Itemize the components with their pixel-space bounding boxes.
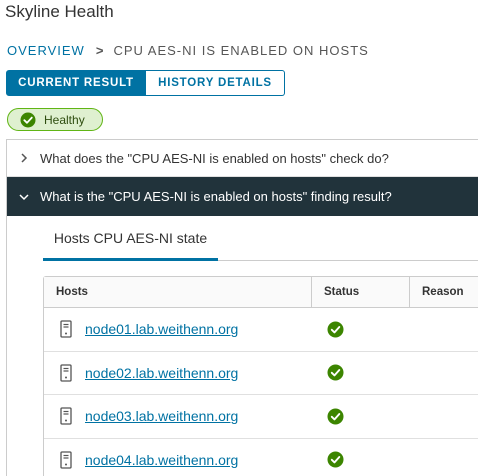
host-cell: node04.lab.weithenn.org (44, 439, 311, 476)
host-cell: node01.lab.weithenn.org (44, 308, 311, 351)
host-link[interactable]: node02.lab.weithenn.org (85, 365, 238, 381)
ok-icon (327, 451, 344, 468)
app-title: Skyline Health (5, 2, 114, 21)
status-cell (311, 352, 409, 395)
reason-cell (409, 439, 478, 476)
finding-result-panel: Hosts CPU AES-NI state Hosts Status Reas… (7, 217, 478, 476)
reason-cell (409, 308, 478, 351)
column-header-status[interactable]: Status (311, 277, 409, 307)
host-cell: node03.lab.weithenn.org (44, 395, 311, 438)
reason-cell (409, 395, 478, 438)
host-link[interactable]: node04.lab.weithenn.org (85, 452, 238, 468)
ok-icon (327, 364, 344, 381)
status-badge: Healthy (7, 108, 103, 131)
host-link[interactable]: node01.lab.weithenn.org (85, 321, 238, 337)
tab-hosts-aes-ni-state[interactable]: Hosts CPU AES-NI state (43, 217, 218, 261)
datagrid-header: Hosts Status Reason (44, 277, 478, 308)
server-icon (60, 320, 72, 338)
result-tabs: CURRENT RESULT HISTORY DETAILS (6, 70, 285, 96)
panel-tab-bar: Hosts CPU AES-NI state (43, 217, 478, 261)
table-row: node02.lab.weithenn.org (44, 352, 478, 395)
table-row: node04.lab.weithenn.org (44, 439, 478, 476)
server-icon (60, 407, 72, 425)
accordion-item-label: What is the "CPU AES-NI is enabled on ho… (40, 189, 392, 204)
server-icon (60, 451, 72, 469)
status-cell (311, 308, 409, 351)
status-badge-label: Healthy (44, 112, 85, 127)
accordion: What does the "CPU AES-NI is enabled on … (6, 139, 478, 476)
tab-history-details[interactable]: HISTORY DETAILS (146, 70, 285, 96)
host-cell: node02.lab.weithenn.org (44, 352, 311, 395)
column-header-reason[interactable]: Reason (409, 277, 478, 307)
check-circle-icon (20, 112, 36, 127)
server-icon (60, 364, 72, 382)
accordion-item-check-description[interactable]: What does the "CPU AES-NI is enabled on … (7, 140, 478, 177)
ok-icon (327, 321, 344, 338)
accordion-item-label: What does the "CPU AES-NI is enabled on … (40, 150, 389, 166)
reason-cell (409, 352, 478, 395)
breadcrumb-overview-link[interactable]: OVERVIEW (7, 43, 85, 58)
table-row: node01.lab.weithenn.org (44, 308, 478, 352)
breadcrumb-current: CPU AES-NI IS ENABLED ON HOSTS (113, 43, 369, 58)
host-link[interactable]: node03.lab.weithenn.org (85, 408, 238, 424)
column-header-hosts[interactable]: Hosts (44, 277, 311, 307)
hosts-datagrid: Hosts Status Reason node01.lab.weithenn.… (43, 276, 478, 476)
status-cell (311, 395, 409, 438)
accordion-item-finding-result[interactable]: What is the "CPU AES-NI is enabled on ho… (7, 177, 478, 216)
chevron-down-icon (18, 193, 30, 201)
table-row: node03.lab.weithenn.org (44, 395, 478, 439)
breadcrumb-separator: > (95, 43, 105, 58)
status-cell (311, 439, 409, 476)
ok-icon (327, 408, 344, 425)
chevron-right-icon (18, 153, 30, 163)
breadcrumb: OVERVIEW > CPU AES-NI IS ENABLED ON HOST… (7, 43, 369, 58)
tab-current-result[interactable]: CURRENT RESULT (6, 70, 146, 96)
